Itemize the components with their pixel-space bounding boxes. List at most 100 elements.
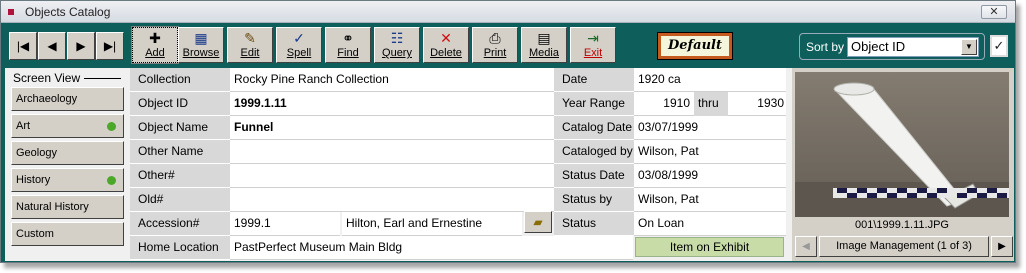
printer-icon: ⎙ xyxy=(489,30,501,46)
edit-icon: ✎ xyxy=(244,30,256,46)
screen-view-label: Archaeology xyxy=(16,93,78,105)
exit-label: Exit xyxy=(583,47,603,59)
screen-view-label: Natural History xyxy=(16,201,89,213)
year-from-field[interactable]: 1910 xyxy=(634,92,694,116)
screen-view-divider xyxy=(84,78,121,79)
edit-button[interactable]: ✎ Edit xyxy=(227,27,273,63)
year-to-field[interactable]: 1930 xyxy=(728,92,786,116)
status-date-label: Status Date xyxy=(554,164,634,188)
find-button[interactable]: ⚭ Find xyxy=(325,27,371,63)
screen-view-history[interactable]: History xyxy=(11,168,124,192)
screen-view-title: Screen View xyxy=(13,71,81,85)
year-thru-label: thru xyxy=(694,92,728,116)
binoculars-icon: ⚭ xyxy=(342,30,354,46)
next-record-button[interactable]: ▶ xyxy=(67,32,95,60)
object-id-label: Object ID xyxy=(130,92,230,116)
accession-donor-field[interactable]: Hilton, Earl and Ernestine xyxy=(342,212,522,236)
plus-icon: ✚ xyxy=(149,30,161,46)
query-button[interactable]: ☷ Query xyxy=(374,27,420,63)
object-id-field[interactable]: 1999.1.11 xyxy=(230,92,554,116)
filmstrip-icon: ▤ xyxy=(537,30,551,46)
screen-view-label: Art xyxy=(16,120,31,132)
object-name-field[interactable]: Funnel xyxy=(230,116,554,140)
clipboard-check-icon[interactable]: ✓ xyxy=(990,35,1008,57)
spellcheck-icon: ✓ xyxy=(293,30,305,46)
default-layout-button[interactable]: Default xyxy=(657,32,733,60)
collection-label: Collection xyxy=(130,68,230,92)
browse-button[interactable]: ▦ Browse xyxy=(178,27,224,63)
old-number-label: Old# xyxy=(130,188,230,212)
status-by-label: Status by xyxy=(554,188,634,212)
media-button[interactable]: ▤ Media xyxy=(521,27,567,63)
collection-field[interactable]: Rocky Pine Ranch Collection xyxy=(230,68,554,92)
cataloged-by-field[interactable]: Wilson, Pat xyxy=(634,140,786,164)
status-field[interactable]: On Loan xyxy=(634,212,786,236)
exit-door-icon: ⇥ xyxy=(587,30,599,46)
objects-catalog-window: Objects Catalog ✕ |◀ ◀ ▶ ▶| ✚ Add ▦ Brow… xyxy=(0,0,1016,263)
sort-by-select[interactable]: Object ID ▼ xyxy=(847,37,979,57)
close-button[interactable]: ✕ xyxy=(981,5,1007,19)
cataloged-by-label: Cataloged by xyxy=(554,140,634,164)
query-label: Query xyxy=(382,47,412,59)
last-record-button[interactable]: ▶| xyxy=(96,32,124,60)
status-label: Status xyxy=(554,212,634,236)
next-image-button[interactable]: ▶ xyxy=(991,236,1013,257)
previous-record-button[interactable]: ◀ xyxy=(38,32,66,60)
title-bar: Objects Catalog ✕ xyxy=(1,1,1015,23)
status-date-field[interactable]: 03/08/1999 xyxy=(634,164,786,188)
record-panel: Screen View Archaeology Art Geology Hist… xyxy=(5,68,1014,261)
screen-view-geology[interactable]: Geology xyxy=(11,141,124,165)
status-by-field[interactable]: Wilson, Pat xyxy=(634,188,786,212)
screen-view-label: Custom xyxy=(16,228,54,240)
screen-view-label: Geology xyxy=(16,147,57,159)
previous-image-button[interactable]: ◀ xyxy=(795,236,817,257)
image-management-button[interactable]: Image Management (1 of 3) xyxy=(819,236,989,257)
item-on-exhibit-indicator[interactable]: Item on Exhibit xyxy=(635,237,784,257)
toolbar: |◀ ◀ ▶ ▶| ✚ Add ▦ Browse ✎ Edit ✓ Spell … xyxy=(1,23,1015,68)
other-name-field[interactable] xyxy=(230,140,554,164)
home-location-label: Home Location xyxy=(130,236,230,260)
delete-label: Delete xyxy=(430,47,462,59)
date-field[interactable]: 1920 ca xyxy=(634,68,786,92)
sort-group: Sort by Object ID ▼ xyxy=(799,33,985,60)
delete-x-icon: ✕ xyxy=(440,30,452,46)
screen-view-custom[interactable]: Custom xyxy=(11,222,124,246)
first-record-button[interactable]: |◀ xyxy=(9,32,37,60)
chevron-down-icon[interactable]: ▼ xyxy=(961,39,977,55)
media-label: Media xyxy=(529,47,559,59)
screen-view-label: History xyxy=(16,174,51,186)
print-button[interactable]: ⎙ Print xyxy=(472,27,518,63)
screen-view-art[interactable]: Art xyxy=(11,114,124,138)
sort-by-value: Object ID xyxy=(851,39,906,54)
image-filename: 001\1999.1.11.JPG xyxy=(795,218,1009,233)
screen-view-archaeology[interactable]: Archaeology xyxy=(11,87,124,111)
print-label: Print xyxy=(483,47,507,59)
find-label: Find xyxy=(337,47,359,59)
other-number-field[interactable] xyxy=(230,164,554,188)
spell-button[interactable]: ✓ Spell xyxy=(276,27,322,63)
window-title: Objects Catalog xyxy=(25,5,111,19)
date-label: Date xyxy=(554,68,634,92)
home-location-field[interactable]: PastPerfect Museum Main Bldg xyxy=(230,236,633,260)
delete-button[interactable]: ✕ Delete xyxy=(423,27,469,63)
screen-view-natural-history[interactable]: Natural History xyxy=(11,195,124,219)
app-icon xyxy=(8,9,14,15)
accession-label: Accession# xyxy=(130,212,230,236)
browse-label: Browse xyxy=(182,47,220,59)
open-folder-icon[interactable]: ▰ xyxy=(524,211,552,233)
accession-field[interactable]: 1999.1 xyxy=(230,212,340,236)
spell-label: Spell xyxy=(286,47,312,59)
image-panel: 001\1999.1.11.JPG ◀ Image Management (1 … xyxy=(792,68,1014,261)
edit-label: Edit xyxy=(240,47,260,59)
object-name-label: Object Name xyxy=(130,116,230,140)
other-number-label: Other# xyxy=(130,164,230,188)
catalog-date-field[interactable]: 03/07/1999 xyxy=(634,116,786,140)
add-button[interactable]: ✚ Add xyxy=(131,26,179,64)
green-dot-icon xyxy=(107,176,116,185)
green-dot-icon xyxy=(107,122,116,131)
old-number-field[interactable] xyxy=(230,188,554,212)
exit-button[interactable]: ⇥ Exit xyxy=(570,27,616,63)
record-navigation: |◀ ◀ ▶ ▶| xyxy=(9,32,125,62)
catalog-date-label: Catalog Date xyxy=(554,116,634,140)
object-photo[interactable] xyxy=(795,72,1009,217)
